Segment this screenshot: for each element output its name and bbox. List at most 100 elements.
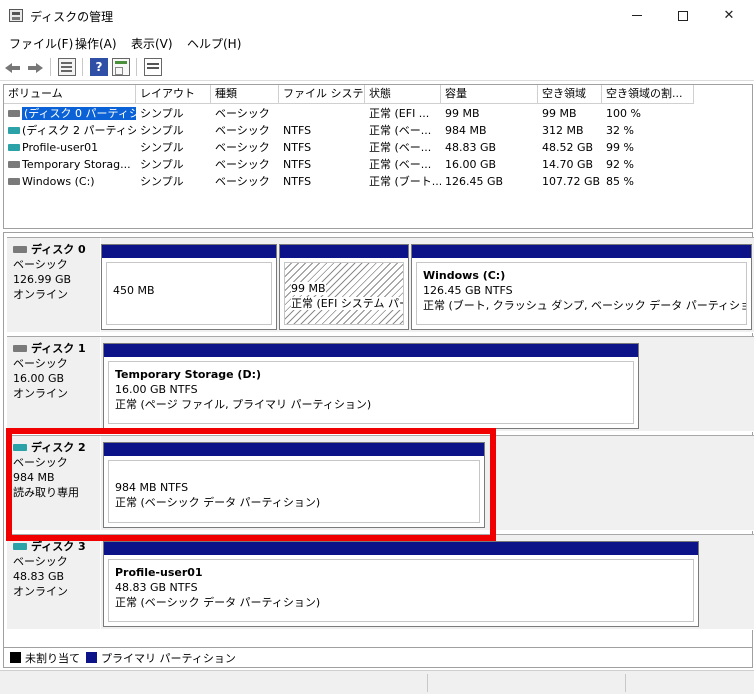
menu-help[interactable]: ヘルプ(H) [187, 35, 241, 52]
legend-unallocated: 未割り当て [25, 652, 80, 665]
column-header-status[interactable]: 状態 [365, 85, 441, 104]
highlight-box [6, 428, 496, 541]
partition-size: 450 MB [113, 284, 155, 297]
volume-row[interactable]: (ディスク 0 パーティシ... シンプル ベーシック 正常 (EFI ... … [4, 105, 694, 122]
toolbar-separator [50, 58, 51, 76]
volume-row[interactable]: (ディスク 2 パーティシ... シンプル ベーシック NTFS 正常 (ベー.… [4, 122, 694, 139]
partition-bar [280, 245, 408, 258]
volume-type: ベーシック [215, 175, 270, 188]
legend-primary-partition: プライマリ パーティション [101, 652, 236, 665]
maximize-button[interactable] [660, 0, 706, 31]
menu-action[interactable]: 操作(A) [75, 35, 117, 52]
volume-status: 正常 (ベー... [369, 158, 432, 171]
volume-free-percent: 99 % [606, 141, 634, 154]
forward-arrow-icon[interactable] [26, 58, 44, 76]
disk-name: ディスク 1 [13, 341, 94, 356]
menu-bar: ファイル(F) 操作(A) 表示(V) ヘルプ(H) [0, 31, 754, 53]
disk-status: オンライン [13, 585, 68, 598]
volume-name: (ディスク 0 パーティシ... [22, 107, 136, 120]
volume-list-icon[interactable] [58, 58, 76, 76]
volume-filesystem [279, 105, 365, 122]
volume-filesystem: NTFS [283, 158, 312, 171]
volume-capacity: 984 MB [445, 124, 487, 137]
close-button[interactable]: ✕ [706, 0, 752, 31]
minimize-icon [632, 15, 642, 16]
minimize-button[interactable] [614, 0, 660, 31]
menu-file[interactable]: ファイル(F) [9, 35, 73, 52]
partition-size: 126.45 GB NTFS [423, 284, 513, 297]
disk-label[interactable]: ディスク 0 ベーシック 126.99 GB オンライン [7, 238, 101, 332]
close-icon: ✕ [723, 8, 735, 23]
partition-body: Windows (C:) 126.45 GB NTFS 正常 (ブート, クラッ… [416, 262, 747, 325]
unallocated-swatch [10, 652, 21, 663]
status-segment [625, 674, 754, 692]
volume-status: 正常 (ベー... [369, 124, 432, 137]
disk-name: ディスク 3 [13, 539, 94, 554]
partition-profile[interactable]: Profile-user01 48.83 GB NTFS 正常 (ベーシック デ… [103, 541, 699, 627]
partition-body: 450 MB [106, 262, 272, 325]
disk-label[interactable]: ディスク 1 ベーシック 16.00 GB オンライン [7, 337, 101, 431]
partition-efi[interactable]: 99 MB 正常 (EFI システム パーテ [279, 244, 409, 330]
disk-label[interactable]: ディスク 3 ベーシック 48.83 GB オンライン [7, 535, 101, 629]
disk-row-1[interactable]: ディスク 1 ベーシック 16.00 GB オンライン Temporary St… [7, 336, 754, 432]
disk-status: オンライン [13, 387, 68, 400]
partition[interactable]: 450 MB [101, 244, 277, 330]
disk-size: 16.00 GB [13, 372, 65, 385]
volume-row[interactable]: Windows (C:) シンプル ベーシック NTFS 正常 (ブート... … [4, 173, 694, 190]
disk-type: ベーシック [13, 555, 68, 568]
volume-filesystem: NTFS [283, 124, 312, 137]
column-header-filesystem[interactable]: ファイル システム [279, 85, 365, 104]
partition-status: 正常 (ブート, クラッシュ ダンプ, ベーシック データ パーティション) [423, 299, 747, 312]
volume-free-space: 48.52 GB [542, 141, 594, 154]
disk-row-3[interactable]: ディスク 3 ベーシック 48.83 GB オンライン Profile-user… [7, 534, 754, 630]
properties-icon[interactable] [112, 58, 130, 76]
partition-bar [102, 245, 276, 258]
toolbar-separator [82, 58, 83, 76]
partition-body: 99 MB 正常 (EFI システム パーテ [284, 262, 404, 325]
disk-row-0[interactable]: ディスク 0 ベーシック 126.99 GB オンライン 450 MB 99 M… [7, 237, 754, 333]
volume-free-percent: 85 % [606, 175, 634, 188]
volume-layout: シンプル [140, 124, 184, 137]
primary-partition-swatch [86, 652, 97, 663]
volume-layout: シンプル [140, 158, 184, 171]
column-header-type[interactable]: 種類 [211, 85, 279, 104]
column-header-free-space[interactable]: 空き領域 [538, 85, 602, 104]
column-header-free-percent[interactable]: 空き領域の割... [602, 85, 694, 104]
menu-view[interactable]: 表示(V) [131, 35, 173, 52]
toolbar-separator [136, 58, 137, 76]
volume-row[interactable]: Profile-user01 シンプル ベーシック NTFS 正常 (ベー...… [4, 139, 694, 156]
volume-free-space: 14.70 GB [542, 158, 594, 171]
partition-temporary-storage[interactable]: Temporary Storage (D:) 16.00 GB NTFS 正常 … [103, 343, 639, 429]
back-arrow-icon[interactable] [4, 58, 22, 76]
volume-name: Windows (C:) [22, 175, 95, 188]
partition-title: Temporary Storage (D:) [115, 368, 262, 381]
disk-management-icon [9, 9, 23, 22]
partition-windows[interactable]: Windows (C:) 126.45 GB NTFS 正常 (ブート, クラッ… [411, 244, 752, 330]
volume-status: 正常 (ベー... [369, 141, 432, 154]
volume-free-space: 107.72 GB [542, 175, 601, 188]
volume-type: ベーシック [215, 107, 270, 120]
partition-bar [104, 344, 638, 357]
volume-name: Temporary Storag... [22, 158, 131, 171]
volume-free-space: 312 MB [542, 124, 584, 137]
volume-free-percent: 32 % [606, 124, 634, 137]
volume-filesystem: NTFS [283, 175, 312, 188]
volume-name: (ディスク 2 パーティシ... [22, 124, 136, 137]
volume-name: Profile-user01 [22, 141, 99, 154]
column-header-layout[interactable]: レイアウト [136, 85, 211, 104]
column-header-volume[interactable]: ボリューム [4, 85, 136, 104]
volume-type: ベーシック [215, 141, 270, 154]
partition-bar [104, 542, 698, 555]
volume-free-percent: 92 % [606, 158, 634, 171]
legend: 未割り当て プライマリ パーティション [3, 648, 753, 668]
disk-type: ベーシック [13, 357, 68, 370]
maximize-icon [678, 10, 688, 21]
column-header-capacity[interactable]: 容量 [441, 85, 538, 104]
disk-type: ベーシック [13, 258, 68, 271]
volume-free-space: 99 MB [542, 107, 577, 120]
view-settings-icon[interactable] [144, 58, 162, 76]
help-icon[interactable]: ? [90, 58, 108, 76]
volume-row[interactable]: Temporary Storag... シンプル ベーシック NTFS 正常 (… [4, 156, 694, 173]
volume-layout: シンプル [140, 107, 184, 120]
toolbar: ? [0, 53, 754, 81]
